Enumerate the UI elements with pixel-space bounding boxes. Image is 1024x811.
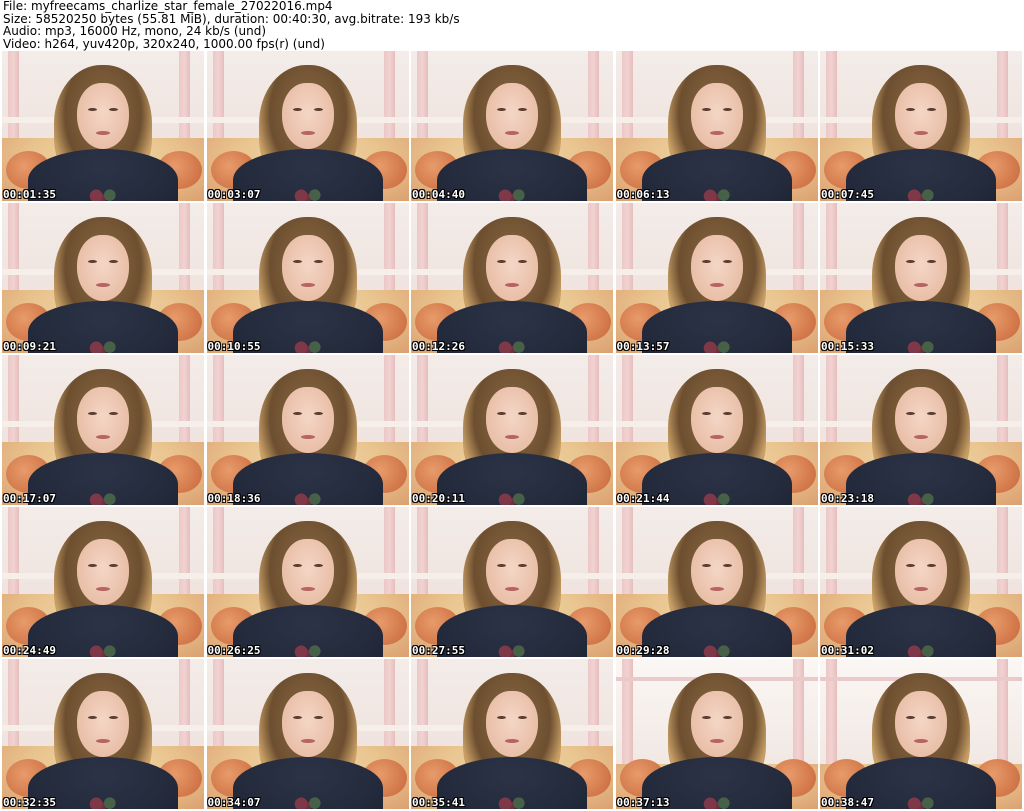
audio-info-line: Audio: mp3, 16000 Hz, mono, 24 kb/s (und… <box>3 24 267 38</box>
frame-timestamp: 00:13:57 <box>616 340 670 353</box>
video-frame-thumbnail: 00:17:07 <box>2 355 204 505</box>
frame-image <box>820 355 1022 505</box>
video-frame-thumbnail: 00:34:07 <box>206 659 409 809</box>
frame-image <box>615 659 818 809</box>
frame-timestamp: 00:32:35 <box>3 796 56 809</box>
video-frame-thumbnail: 00:23:18 <box>820 355 1022 505</box>
frame-image <box>206 51 409 201</box>
frame-timestamp: 00:04:40 <box>412 188 465 201</box>
frame-image <box>411 203 613 353</box>
frame-timestamp: 00:18:36 <box>207 492 261 505</box>
frame-timestamp: 00:17:07 <box>3 492 56 505</box>
frame-image <box>411 355 613 505</box>
file-info-header: File: myfreecams_charlize_star_female_27… <box>3 0 1021 50</box>
frame-image <box>411 659 613 809</box>
frame-timestamp: 00:06:13 <box>616 188 670 201</box>
video-frame-thumbnail: 00:01:35 <box>2 51 204 201</box>
frame-image <box>615 507 818 657</box>
frame-timestamp: 00:01:35 <box>3 188 56 201</box>
video-frame-thumbnail: 00:07:45 <box>820 51 1022 201</box>
frame-timestamp: 00:03:07 <box>207 188 261 201</box>
frame-image <box>2 203 204 353</box>
video-frame-thumbnail: 00:09:21 <box>2 203 204 353</box>
frame-timestamp: 00:29:28 <box>616 644 670 657</box>
frame-image <box>615 355 818 505</box>
thumbnail-grid: 00:01:35 00:03:07 00:04:40 00:06:13 00:07:45… <box>2 51 1022 809</box>
frame-image <box>2 659 204 809</box>
video-info-line: Video: h264, yuv420p, 320x240, 1000.00 f… <box>3 36 325 51</box>
frame-timestamp: 00:15:33 <box>821 340 874 353</box>
video-frame-thumbnail: 00:35:41 <box>411 659 613 809</box>
frame-image <box>820 507 1022 657</box>
frame-timestamp: 00:09:21 <box>3 340 56 353</box>
frame-image <box>411 51 613 201</box>
frame-image <box>615 203 818 353</box>
frame-image <box>820 203 1022 353</box>
frame-image <box>411 507 613 657</box>
frame-image <box>2 355 204 505</box>
frame-timestamp: 00:07:45 <box>821 188 874 201</box>
video-frame-thumbnail: 00:24:49 <box>2 507 204 657</box>
video-frame-thumbnail: 00:37:13 <box>615 659 818 809</box>
frame-image <box>615 51 818 201</box>
frame-timestamp: 00:23:18 <box>821 492 874 505</box>
frame-timestamp: 00:24:49 <box>3 644 56 657</box>
frame-timestamp: 00:34:07 <box>207 796 261 809</box>
frame-timestamp: 00:35:41 <box>412 796 465 809</box>
video-frame-thumbnail: 00:38:47 <box>820 659 1022 809</box>
video-frame-thumbnail: 00:03:07 <box>206 51 409 201</box>
frame-timestamp: 00:26:25 <box>207 644 261 657</box>
file-name-line: File: myfreecams_charlize_star_female_27… <box>3 0 333 13</box>
frame-image <box>206 203 409 353</box>
video-frame-thumbnail: 00:18:36 <box>206 355 409 505</box>
frame-timestamp: 00:38:47 <box>821 796 874 809</box>
frame-image <box>206 355 409 505</box>
video-frame-thumbnail: 00:12:26 <box>411 203 613 353</box>
video-frame-thumbnail: 00:21:44 <box>615 355 818 505</box>
frame-timestamp: 00:12:26 <box>412 340 465 353</box>
frame-image <box>2 507 204 657</box>
video-frame-thumbnail: 00:15:33 <box>820 203 1022 353</box>
frame-timestamp: 00:21:44 <box>616 492 670 505</box>
frame-image <box>206 507 409 657</box>
frame-timestamp: 00:20:11 <box>412 492 465 505</box>
frame-image <box>820 659 1022 809</box>
video-frame-thumbnail: 00:10:55 <box>206 203 409 353</box>
frame-timestamp: 00:31:02 <box>821 644 874 657</box>
frame-timestamp: 00:10:55 <box>207 340 261 353</box>
video-frame-thumbnail: 00:26:25 <box>206 507 409 657</box>
frame-image <box>2 51 204 201</box>
video-frame-thumbnail: 00:29:28 <box>615 507 818 657</box>
video-frame-thumbnail: 00:27:55 <box>411 507 613 657</box>
video-frame-thumbnail: 00:13:57 <box>615 203 818 353</box>
frame-timestamp: 00:27:55 <box>412 644 465 657</box>
frame-image <box>206 659 409 809</box>
frame-image <box>820 51 1022 201</box>
frame-timestamp: 00:37:13 <box>616 796 670 809</box>
video-frame-thumbnail: 00:31:02 <box>820 507 1022 657</box>
video-frame-thumbnail: 00:06:13 <box>615 51 818 201</box>
video-frame-thumbnail: 00:04:40 <box>411 51 613 201</box>
video-frame-thumbnail: 00:20:11 <box>411 355 613 505</box>
video-frame-thumbnail: 00:32:35 <box>2 659 204 809</box>
